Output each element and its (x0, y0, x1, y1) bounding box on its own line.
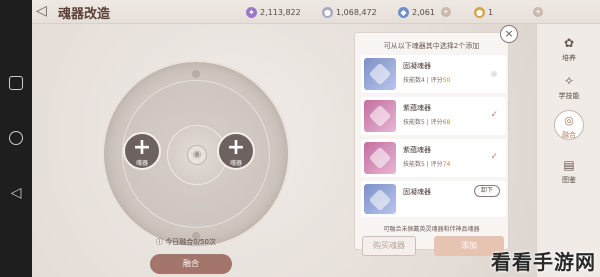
sidebar-item-label: 培养 (562, 54, 576, 62)
add-gold-coin-button[interactable]: + (533, 7, 544, 17)
learn-skill-icon: ✧ (563, 74, 575, 88)
sidebar-item-cultivate[interactable]: ✿ 培养 (537, 32, 600, 68)
gold-coin-icon: ● (474, 6, 485, 18)
sidebar-item-atlas[interactable]: ▤ 图鉴 (537, 154, 600, 190)
fuse-button[interactable]: 融合 (150, 254, 232, 274)
soul-name: 紫蕴魂器 (403, 104, 431, 112)
silver-coin-icon: ● (322, 6, 333, 18)
soul-selection-panel: × 可从以下魂器其中选择2个添加 固凝魂器 技能数4 | 评分50 紫蕴魂器 技… (354, 25, 518, 250)
soul-stats: 技能数5 | 评分68 (403, 119, 451, 126)
fusion-core-icon: ◉ (187, 145, 207, 165)
soul-list-item[interactable]: 紫蕴魂器 技能数5 | 评分68 ✓ (361, 97, 506, 135)
soul-score-label: 评分 (430, 77, 443, 84)
sidebar-item-fusion[interactable]: ◎ 融合 (537, 110, 600, 150)
soul-thumbnail (364, 142, 396, 174)
soul-score: 74 (442, 161, 451, 168)
soul-stats: 技能数4 | 评分50 (403, 77, 451, 84)
sidebar-item-label: 融合 (562, 131, 576, 139)
soul-name: 固凝魂器 (403, 188, 431, 196)
soul-thumbnail (364, 184, 396, 214)
page-title: 魂器改造 (58, 7, 111, 22)
sidebar-item-learn-skill[interactable]: ✧ 学技能 (537, 70, 600, 106)
slot-label: 魂器 (135, 160, 148, 167)
soul-score: 68 (442, 119, 451, 126)
android-nav-bar: ◁ (0, 0, 32, 277)
currency-gold-coin: ● 1 + (474, 5, 544, 19)
purple-crystal-icon: ✦ (246, 6, 257, 18)
unselected-dot-icon[interactable] (491, 71, 497, 77)
fusion-count-text: 今日融合0/50次 (165, 238, 216, 246)
soul-list-item[interactable]: 紫蕴魂器 技能数5 | 评分74 ✓ (361, 139, 506, 177)
recent-apps-icon[interactable] (9, 76, 23, 90)
soul-score-label: 评分 (430, 119, 443, 126)
currency-blue-gem: ◆ 2,061 + (398, 5, 451, 19)
soul-stats: 技能数5 | 评分74 (403, 161, 451, 168)
ring-dot-top (192, 70, 200, 78)
currency-value: 2,113,822 (260, 7, 301, 17)
currency-silver-coin: ● 1,068,472 (322, 5, 377, 19)
atlas-icon: ▤ (563, 158, 575, 172)
panel-title: 可从以下魂器其中选择2个添加 (383, 42, 480, 50)
blue-gem-icon: ◆ (398, 6, 409, 18)
unload-button[interactable]: 卸下 (474, 185, 500, 197)
panel-footer-note: 可融合未佩戴英灵魂器和伴神品魂器 (383, 226, 480, 233)
currency-value: 1 (488, 7, 494, 17)
soul-score-label: 评分 (430, 161, 443, 168)
currency-value: 1,068,472 (336, 7, 377, 17)
checkmark-icon[interactable]: ✓ (490, 110, 498, 120)
back-triangle-icon[interactable]: ◁ (9, 186, 23, 200)
back-arrow-icon[interactable]: ◁ (36, 3, 47, 19)
soul-name: 紫蕴魂器 (403, 146, 431, 154)
info-icon: ⓘ (156, 238, 166, 246)
watermark-logo: 看看手游网 (491, 250, 596, 274)
soul-thumbnail (364, 100, 396, 132)
currency-purple-crystal: ✦ 2,113,822 (246, 5, 301, 19)
sidebar-item-label: 学技能 (558, 92, 580, 100)
soul-list-item[interactable]: 固凝魂器 技能数4 | 评分50 (361, 55, 506, 93)
slot-label: 魂器 (229, 160, 242, 167)
soul-list-item[interactable]: 固凝魂器 卸下 (361, 181, 506, 217)
soul-thumbnail (364, 58, 396, 90)
right-sidebar: ✿ 培养 ✧ 学技能 ◎ 融合 ▤ 图鉴 (536, 24, 600, 277)
add-blue-gem-button[interactable]: + (440, 7, 451, 17)
fusion-count: ⓘ 今日融合0/50次 (156, 237, 216, 247)
soul-name: 固凝魂器 (403, 62, 431, 70)
top-bar: ◁ 魂器改造 ✦ 2,113,822 ● 1,068,472 ◆ 2,061 +… (32, 0, 600, 24)
plus-icon: + (132, 135, 152, 160)
add-soul-slot-right[interactable]: + 魂器 (217, 132, 255, 170)
plus-icon: + (226, 135, 246, 160)
buy-soul-button[interactable]: 购买魂器 (362, 236, 416, 256)
home-icon[interactable] (9, 131, 23, 145)
currency-value: 2,061 (412, 7, 435, 17)
soul-score: 50 (442, 77, 451, 84)
soul-skill-count: 技能数4 (403, 77, 425, 84)
cultivate-icon: ✿ (563, 36, 575, 50)
add-soul-slot-left[interactable]: + 魂器 (123, 132, 161, 170)
sidebar-item-label: 图鉴 (562, 176, 576, 184)
soul-skill-count: 技能数5 (403, 119, 425, 126)
checkmark-icon[interactable]: ✓ (490, 152, 498, 162)
soul-skill-count: 技能数5 (403, 161, 425, 168)
